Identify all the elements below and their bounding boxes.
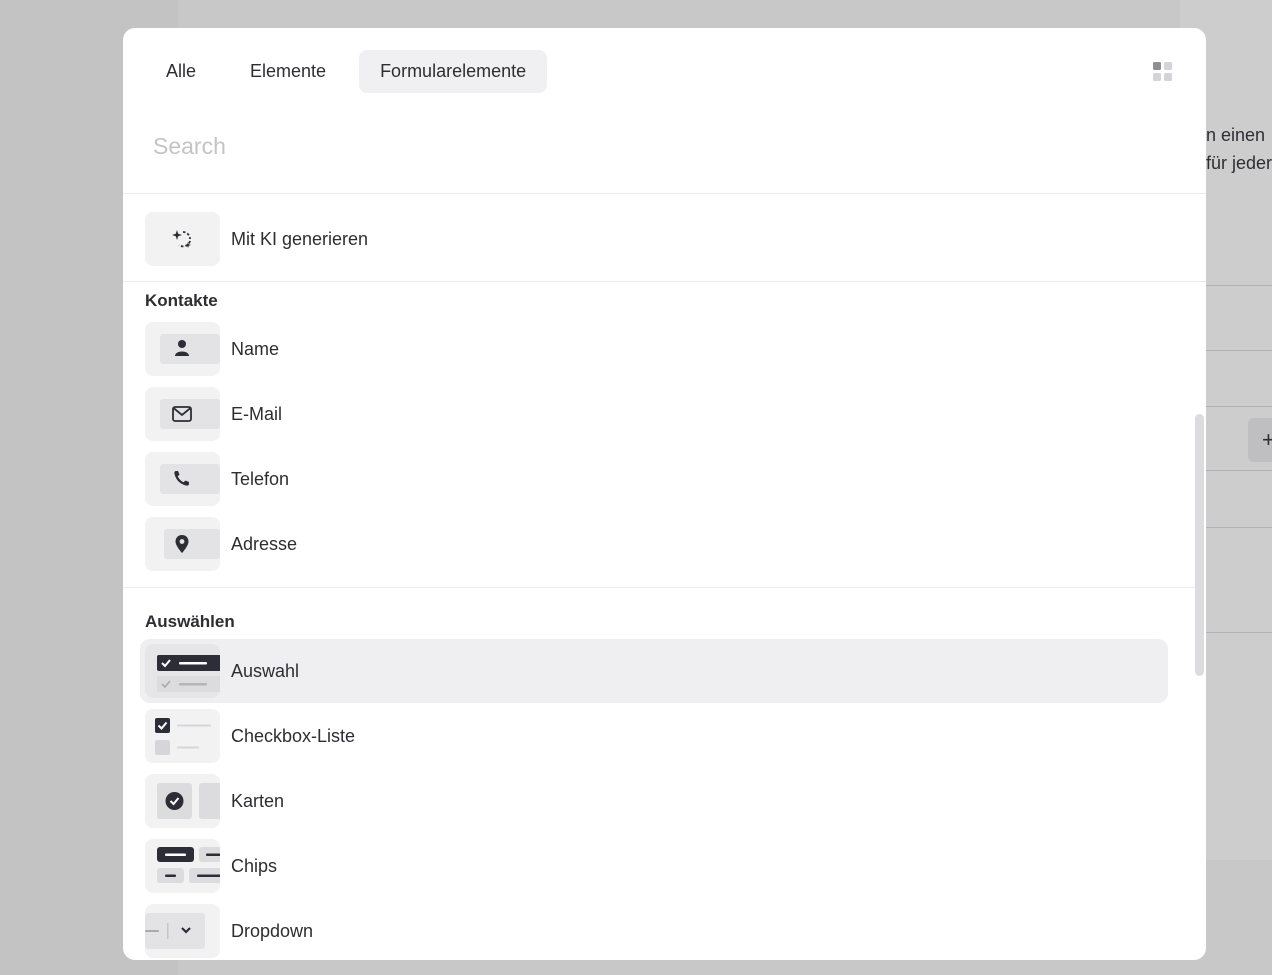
phone-icon — [160, 464, 220, 499]
list-item-telefon[interactable]: Telefon — [140, 447, 1168, 511]
element-picker-modal: Alle Elemente Formularelemente Mit KI g — [123, 28, 1206, 960]
cards-icon — [157, 783, 220, 824]
person-icon — [160, 334, 220, 369]
item-label: Checkbox-Liste — [231, 726, 356, 746]
tab-alle[interactable]: Alle — [145, 50, 217, 93]
item-label: Adresse — [231, 534, 298, 554]
section-title-kontakte: Kontakte — [145, 291, 218, 310]
list-item-dropdown[interactable]: Dropdown — [140, 899, 1168, 960]
background-divider — [1206, 285, 1272, 286]
list-item-email[interactable]: E-Mail — [140, 382, 1168, 446]
item-thumbnail — [145, 212, 220, 266]
item-thumbnail — [145, 904, 220, 958]
dropdown-icon — [145, 913, 220, 954]
background-divider — [1206, 470, 1272, 471]
item-thumbnail — [145, 322, 220, 376]
list-item-adresse[interactable]: Adresse — [140, 512, 1168, 576]
list-item-karten[interactable]: Karten — [140, 769, 1168, 833]
item-thumbnail — [145, 517, 220, 571]
divider — [123, 193, 1206, 194]
background-divider — [1206, 406, 1272, 407]
checkbox-list-icon — [155, 718, 217, 763]
section-title-auswaehlen: Auswählen — [145, 612, 235, 631]
background-divider — [1206, 632, 1272, 633]
item-thumbnail — [145, 644, 220, 698]
background-divider — [1206, 350, 1272, 351]
background-text-1: n einen — [1206, 125, 1266, 145]
item-thumbnail — [145, 452, 220, 506]
scrollbar[interactable] — [1195, 414, 1204, 676]
item-thumbnail — [145, 774, 220, 828]
background-divider — [1206, 527, 1272, 528]
tab-elemente[interactable]: Elemente — [229, 50, 347, 93]
item-thumbnail — [145, 709, 220, 763]
item-label: E-Mail — [231, 404, 283, 424]
mail-icon — [160, 399, 220, 434]
item-thumbnail — [145, 839, 220, 893]
divider — [123, 281, 1206, 282]
chips-icon — [157, 847, 220, 892]
list-item-name[interactable]: Name — [140, 317, 1168, 381]
choice-list-icon — [157, 655, 220, 698]
list-item-ai-generate[interactable]: Mit KI generieren — [140, 207, 1168, 271]
grid-view-icon[interactable] — [1153, 62, 1173, 82]
background-text-2: für jeder — [1206, 153, 1272, 173]
item-label: Dropdown — [231, 921, 314, 941]
item-label: Karten — [231, 791, 285, 811]
divider — [123, 587, 1195, 588]
item-thumbnail — [145, 387, 220, 441]
item-label: Chips — [231, 856, 278, 876]
item-label: Auswahl — [231, 661, 300, 681]
list-item-auswahl[interactable]: Auswahl — [140, 639, 1168, 703]
location-pin-icon — [164, 529, 220, 564]
list-item-checkbox-liste[interactable]: Checkbox-Liste — [140, 704, 1168, 768]
tab-formularelemente[interactable]: Formularelemente — [359, 50, 548, 93]
tab-bar: Alle Elemente Formularelemente — [145, 50, 559, 93]
search-input[interactable] — [151, 124, 1155, 168]
background-add-button: + — [1248, 418, 1272, 462]
sparkle-icon — [171, 228, 195, 255]
item-label: Telefon — [231, 469, 290, 489]
item-label: Name — [231, 339, 280, 359]
list-item-chips[interactable]: Chips — [140, 834, 1168, 898]
item-label: Mit KI generieren — [231, 229, 369, 249]
